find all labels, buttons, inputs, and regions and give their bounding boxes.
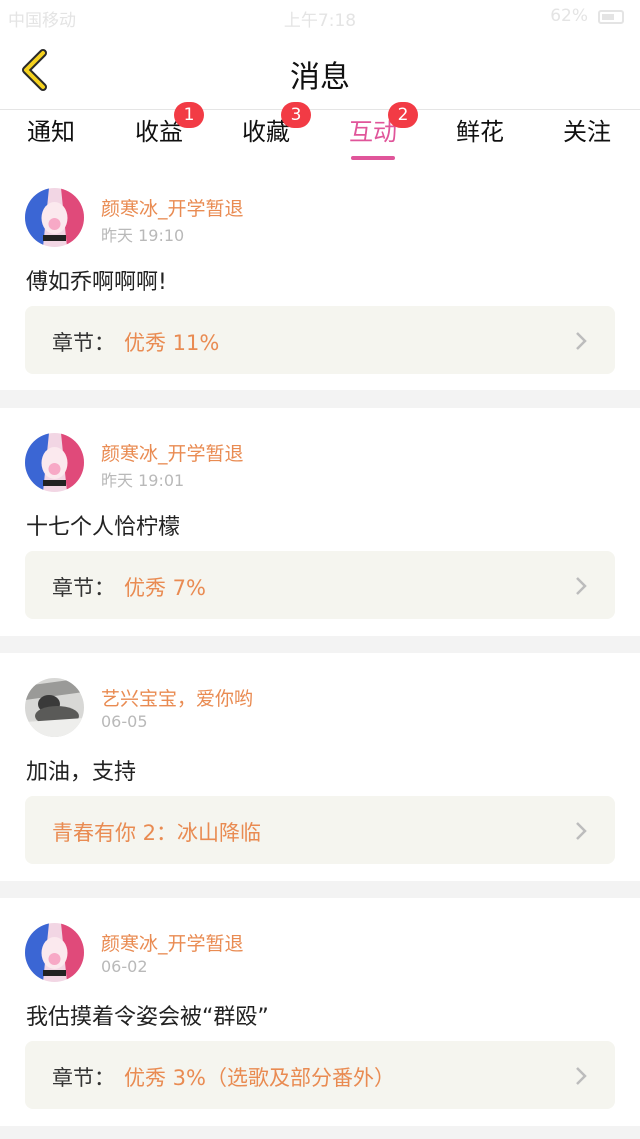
chevron-right-icon <box>576 332 587 350</box>
avatar[interactable] <box>25 678 84 737</box>
avatar-image <box>25 188 84 247</box>
chevron-left-icon <box>22 49 47 91</box>
message-card: 艺兴宝宝，爱你哟 06-05 加油，支持 青春有你 2：冰山降临 <box>0 653 640 881</box>
avatar[interactable] <box>25 433 84 492</box>
source-link[interactable]: 章节： 优秀 11% <box>25 306 615 374</box>
tab-label: 通知 <box>27 118 75 146</box>
unread-badge: 1 <box>174 102 204 128</box>
source-prefix: 章节： <box>52 1066 115 1090</box>
back-button[interactable] <box>12 48 56 92</box>
message-card: 颜寒冰_开学暂退 06-02 我估摸着令姿会被“群殴” 章节： 优秀 3%（选歌… <box>0 898 640 1126</box>
username[interactable]: 颜寒冰_开学暂退 <box>101 439 244 466</box>
tab-notifications[interactable]: 通知 <box>1 116 101 166</box>
avatar[interactable] <box>25 188 84 247</box>
source-prefix: 章节： <box>52 576 115 600</box>
timestamp: 昨天 19:01 <box>101 471 185 490</box>
avatar-image <box>25 433 84 492</box>
username[interactable]: 颜寒冰_开学暂退 <box>101 929 244 956</box>
comment-text: 加油，支持 <box>26 760 137 785</box>
status-bar: 中国移动 上午7:18 62% <box>0 0 640 34</box>
tab-favorites[interactable]: 收藏 3 <box>216 102 316 166</box>
tab-flowers[interactable]: 鲜花 <box>430 116 530 166</box>
avatar[interactable] <box>25 923 84 982</box>
avatar-image <box>25 678 84 737</box>
comment-text: 傅如乔啊啊啊! <box>26 270 167 295</box>
nav-header: 消息 <box>0 34 640 110</box>
source-link[interactable]: 青春有你 2：冰山降临 <box>25 796 615 864</box>
timestamp: 06-02 <box>101 957 148 976</box>
comment-text: 我估摸着令姿会被“群殴” <box>26 1005 269 1030</box>
comment-text: 十七个人恰柠檬 <box>26 515 181 540</box>
tab-following[interactable]: 关注 <box>537 116 637 166</box>
source-title: 青春有你 2：冰山降临 <box>52 821 262 845</box>
tab-label: 鲜花 <box>456 118 504 146</box>
source-title: 优秀 7% <box>124 576 206 600</box>
chevron-right-icon <box>576 577 587 595</box>
username[interactable]: 颜寒冰_开学暂退 <box>101 194 244 221</box>
username[interactable]: 艺兴宝宝，爱你哟 <box>101 684 253 711</box>
battery-icon <box>598 10 624 24</box>
tab-label: 关注 <box>563 118 611 146</box>
tab-active-indicator <box>351 156 395 160</box>
source-title: 优秀 11% <box>124 331 220 355</box>
source-title: 优秀 3%（选歌及部分番外） <box>124 1066 395 1090</box>
battery-percent: 62% <box>550 6 588 26</box>
unread-badge: 2 <box>388 102 418 128</box>
message-card: 颜寒冰_开学暂退 昨天 19:01 十七个人恰柠檬 章节： 优秀 7% <box>0 408 640 636</box>
timestamp: 06-05 <box>101 712 148 731</box>
tab-interactions[interactable]: 互动 2 <box>323 102 423 166</box>
avatar-image <box>25 923 84 982</box>
tab-earnings[interactable]: 收益 1 <box>109 102 209 166</box>
source-link[interactable]: 章节： 优秀 7% <box>25 551 615 619</box>
tab-bar: 通知 收益 1 收藏 3 互动 2 鲜花 关注 <box>0 102 640 172</box>
unread-badge: 3 <box>281 102 311 128</box>
timestamp: 昨天 19:10 <box>101 226 185 245</box>
page-title: 消息 <box>290 60 350 95</box>
chevron-right-icon <box>576 822 587 840</box>
clock-label: 上午7:18 <box>283 11 357 31</box>
chevron-right-icon <box>576 1067 587 1085</box>
message-card: 颜寒冰_开学暂退 昨天 19:10 傅如乔啊啊啊! 章节： 优秀 11% <box>0 172 640 390</box>
source-link[interactable]: 章节： 优秀 3%（选歌及部分番外） <box>25 1041 615 1109</box>
source-prefix: 章节： <box>52 331 115 355</box>
